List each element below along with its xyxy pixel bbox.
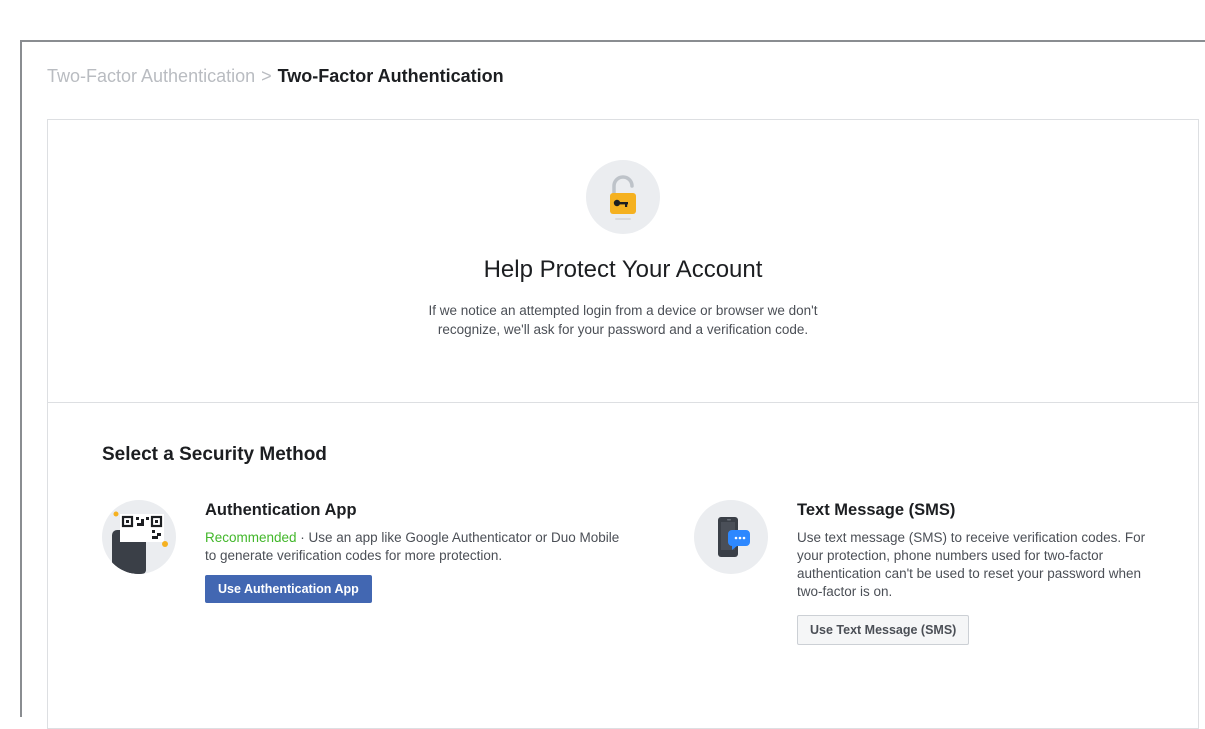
hero-section: Help Protect Your Account If we notice a… (48, 120, 1198, 403)
breadcrumb-current: Two-Factor Authentication (277, 66, 504, 86)
method-sms-body: Text Message (SMS) Use text message (SMS… (797, 500, 1147, 645)
recommended-label: Recommended (205, 530, 297, 545)
two-factor-card: Help Protect Your Account If we notice a… (47, 119, 1199, 729)
hero-description: If we notice an attempted login from a d… (428, 303, 818, 337)
phone-message-icon (694, 500, 768, 574)
breadcrumb: Two-Factor Authentication > Two-Factor Aut… (47, 66, 504, 87)
use-authentication-app-button[interactable]: Use Authentication App (205, 575, 372, 603)
qr-code-phone-icon (102, 500, 176, 574)
hero-title: Help Protect Your Account (483, 256, 763, 283)
method-description: Recommended · Use an app like Google Aut… (205, 529, 625, 565)
method-title: Text Message (SMS) (797, 501, 956, 519)
security-method-heading: Select a Security Method (102, 444, 327, 465)
padlock-key-icon (586, 160, 660, 234)
method-description: Use text message (SMS) to receive verifi… (797, 530, 1146, 599)
breadcrumb-parent-link[interactable]: Two-Factor Authentication (47, 66, 255, 86)
method-title: Authentication App (205, 501, 357, 519)
app-frame: Two-Factor Authentication > Two-Factor Aut… (20, 40, 1205, 729)
use-text-message-button[interactable]: Use Text Message (SMS) (797, 615, 970, 645)
breadcrumb-separator: > (261, 66, 272, 86)
method-auth-body: Authentication App Recommended · Use an … (205, 500, 625, 603)
